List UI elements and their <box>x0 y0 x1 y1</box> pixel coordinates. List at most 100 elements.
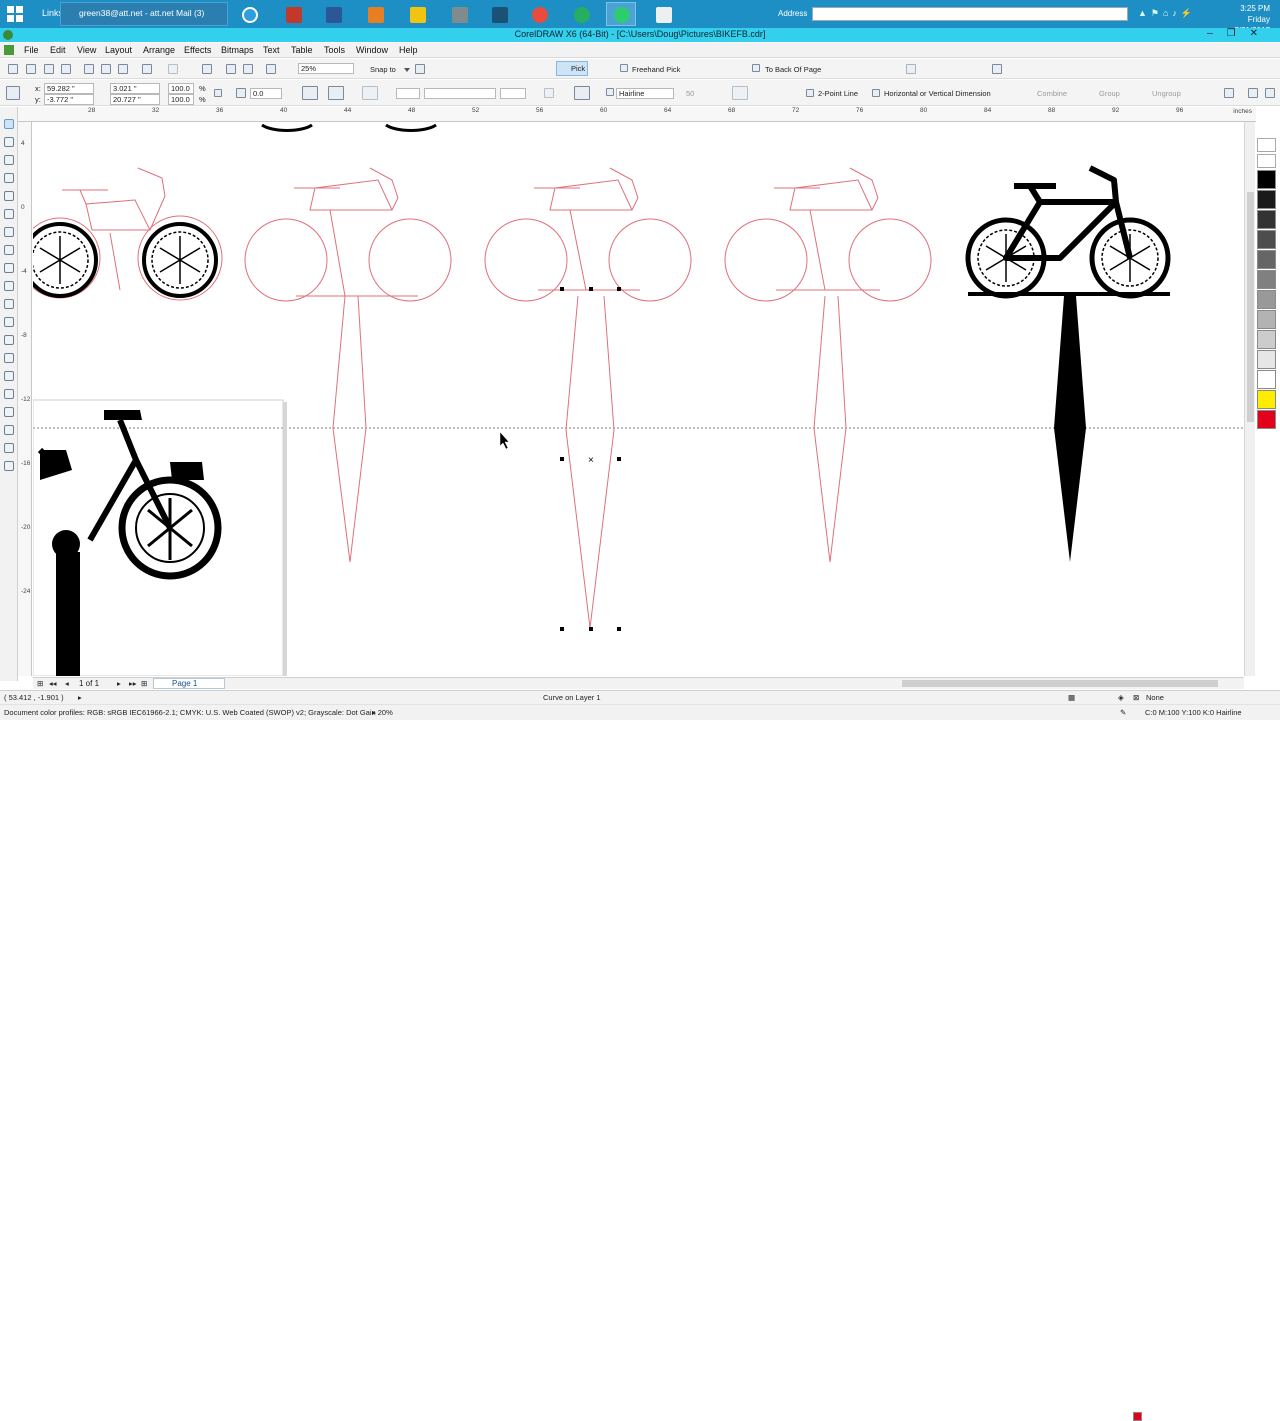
curve-smoothing-value[interactable]: 50 <box>686 89 694 98</box>
dimension-tool-icon[interactable] <box>4 353 14 363</box>
scale-x-field[interactable]: 100.0 <box>168 83 194 94</box>
rotation-field[interactable]: 0.0 <box>250 88 282 99</box>
page-tab-1[interactable]: Page 1 <box>153 678 225 689</box>
publish-pdf-icon[interactable] <box>266 64 276 74</box>
y-position-field[interactable]: -3.772 " <box>44 94 94 105</box>
bike-1-wheel-left[interactable] <box>33 222 98 298</box>
blend-tool-icon[interactable] <box>4 389 14 399</box>
bike-outline-2[interactable] <box>244 167 452 563</box>
menu-effects[interactable]: Effects <box>184 45 211 55</box>
bike-solid-black[interactable] <box>965 165 1171 562</box>
partial-wheel-top-right[interactable] <box>385 123 437 132</box>
two-point-line-button[interactable]: 2-Point Line <box>818 89 858 98</box>
menu-view[interactable]: View <box>77 45 96 55</box>
search-content-icon[interactable] <box>202 64 212 74</box>
freehand-pick-button[interactable]: Freehand Pick <box>632 65 680 74</box>
menu-arrange[interactable]: Arrange <box>143 45 175 55</box>
document-icon[interactable] <box>4 45 14 55</box>
partial-wheel-top-left[interactable] <box>261 123 313 132</box>
vertical-scroll-thumb[interactable] <box>1247 192 1254 422</box>
palette-swatch-gray-50[interactable] <box>1257 270 1276 289</box>
outline-pen-icon[interactable] <box>606 88 614 96</box>
freehand-pick-icon[interactable] <box>620 64 628 72</box>
palette-swatch-gray-30[interactable] <box>1257 310 1276 329</box>
palette-swatch-gray-80[interactable] <box>1257 210 1276 229</box>
prev-page-icon[interactable]: ◂ <box>65 679 69 688</box>
outline-width-select[interactable]: Hairline <box>616 88 674 99</box>
freehand-tool-icon[interactable] <box>4 191 14 201</box>
horizontal-ruler[interactable]: 28 32 36 40 44 48 52 56 60 64 68 72 76 8… <box>18 107 1256 122</box>
horizontal-scrollbar[interactable] <box>650 679 1244 688</box>
start-arrow-select[interactable] <box>396 88 420 99</box>
rotate-icon[interactable] <box>236 88 246 98</box>
vertical-scrollbar[interactable] <box>1244 122 1255 676</box>
rectangle-tool-icon[interactable] <box>4 245 14 255</box>
copy-icon[interactable] <box>101 64 111 74</box>
import-icon[interactable] <box>226 64 236 74</box>
outline-tool-icon[interactable] <box>4 443 14 453</box>
save-icon[interactable] <box>44 64 54 74</box>
polygon-tool-icon[interactable] <box>4 281 14 291</box>
fill-indicator-icon[interactable]: ◈ <box>1118 693 1124 702</box>
system-tray-icons[interactable]: ▲⚑⌂♪⚡ <box>1138 8 1196 19</box>
palette-swatch-white[interactable] <box>1257 370 1276 389</box>
palette-swatch-red[interactable] <box>1257 410 1276 429</box>
coreldraw-active-icon[interactable] <box>606 2 636 26</box>
palette-swatch-gray-70[interactable] <box>1257 230 1276 249</box>
export-icon[interactable] <box>243 64 253 74</box>
smart-fill-tool-icon[interactable] <box>4 209 14 219</box>
menu-window[interactable]: Window <box>356 45 388 55</box>
previous-page-icon[interactable]: ◂◂ <box>49 679 57 688</box>
combine-button[interactable]: Combine <box>1037 89 1067 98</box>
vertical-ruler[interactable]: 4 0 -4 -8 -12 -16 -20 -24 <box>18 122 32 676</box>
zoom-level-select[interactable]: 25% <box>298 63 354 74</box>
menu-help[interactable]: Help <box>399 45 418 55</box>
page-preset-icon[interactable] <box>6 86 20 100</box>
table-tool-icon[interactable] <box>4 335 14 345</box>
menu-tools[interactable]: Tools <box>324 45 345 55</box>
address-input[interactable] <box>812 7 1128 21</box>
print-icon[interactable] <box>61 64 71 74</box>
bike-outline-3-selected[interactable] <box>484 167 692 629</box>
play-arrow-icon[interactable] <box>906 64 916 74</box>
transparency-tool-icon[interactable] <box>4 407 14 417</box>
palette-swatch-yellow[interactable] <box>1257 390 1276 409</box>
scanner-icon[interactable] <box>444 2 474 26</box>
menu-table[interactable]: Table <box>291 45 313 55</box>
palette-swatch-gray-90[interactable] <box>1257 190 1276 209</box>
cut-icon[interactable] <box>84 64 94 74</box>
palette-swatch-gray-60[interactable] <box>1257 250 1276 269</box>
undo-icon[interactable] <box>142 64 152 74</box>
drawing-canvas[interactable]: × <box>33 122 1244 676</box>
windows-start-icon[interactable] <box>6 5 24 23</box>
window-controls[interactable]: –❐✕ <box>1207 28 1272 39</box>
width-field[interactable]: 3.021 " <box>110 83 160 94</box>
ellipse-tool-icon[interactable] <box>4 263 14 273</box>
end-arrow-select[interactable] <box>500 88 526 99</box>
menu-file[interactable]: File <box>24 45 39 55</box>
media-app-icon[interactable] <box>278 2 308 26</box>
slack-icon[interactable] <box>484 2 514 26</box>
options-icon[interactable] <box>415 64 425 74</box>
mirror-horizontal-icon[interactable] <box>302 86 318 100</box>
break-apart-icon[interactable] <box>732 86 748 100</box>
menu-edit[interactable]: Edit <box>50 45 66 55</box>
menu-layout[interactable]: Layout <box>105 45 132 55</box>
text-tool-icon[interactable] <box>4 317 14 327</box>
snap-to-chevron-down-icon[interactable] <box>404 68 410 72</box>
to-back-of-page-icon[interactable] <box>752 64 760 72</box>
height-field[interactable]: 20.727 " <box>110 94 160 105</box>
no-color-swatch-icon[interactable] <box>1257 154 1276 168</box>
x-position-field[interactable]: 59.282 " <box>44 83 94 94</box>
eyedropper-palette-icon[interactable] <box>1257 138 1276 152</box>
word-icon[interactable] <box>318 2 348 26</box>
eyedropper-tool-icon[interactable] <box>4 425 14 435</box>
scale-y-field[interactable]: 100.0 <box>168 94 194 105</box>
first-page-icon[interactable]: ⊞ <box>37 679 43 688</box>
menu-bitmaps[interactable]: Bitmaps <box>221 45 254 55</box>
palette-swatch-gray-40[interactable] <box>1257 290 1276 309</box>
selection-center-mark[interactable]: × <box>588 455 594 466</box>
launcher-icon[interactable] <box>992 64 1002 74</box>
lock-ratio-icon[interactable] <box>214 89 222 97</box>
inkscape-icon[interactable] <box>402 2 432 26</box>
